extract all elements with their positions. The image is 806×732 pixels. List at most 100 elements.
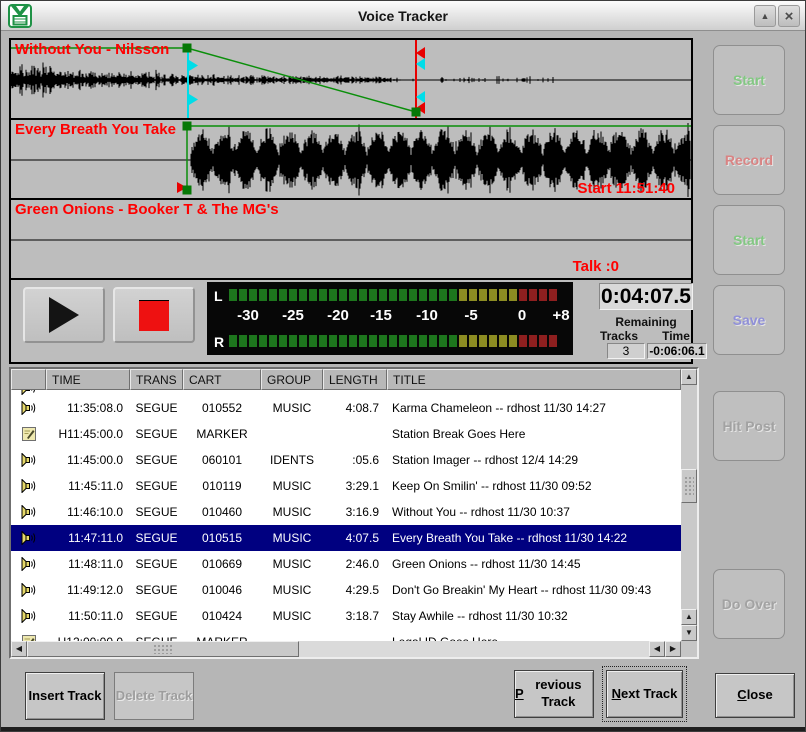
meter-segment [249, 335, 257, 347]
cyan-marker-handle[interactable] [189, 94, 198, 105]
save-button[interactable]: Save [713, 285, 785, 355]
meter-segment [279, 335, 287, 347]
scroll-right-button[interactable]: ▶ [665, 641, 681, 657]
meter-segment [409, 335, 417, 347]
header-group-col[interactable]: GROUP [261, 369, 323, 390]
titlebar[interactable]: Voice Tracker ▲ × [1, 1, 805, 31]
log-row[interactable]: 11:49:12.0SEGUE010046MUSIC4:29.5Don't Go… [11, 577, 681, 603]
cell-group: MUSIC [261, 479, 323, 493]
speaker-icon [21, 505, 36, 519]
track1-waveform-panel[interactable]: Without You - Nilsson [11, 40, 691, 120]
cell-cart: 060101 [183, 453, 261, 467]
meter-segment [369, 289, 377, 301]
vertical-scrollbar[interactable]: ▲ ▲ ▼ [681, 369, 697, 641]
record-button[interactable]: Record [713, 125, 785, 195]
log-row[interactable]: 11:46:10.0SEGUE010460MUSIC3:16.9Without … [11, 499, 681, 525]
log-row[interactable]: 11:47:11.0SEGUE010515MUSIC4:07.5Every Br… [11, 525, 681, 551]
level-handle[interactable] [183, 122, 192, 131]
header-trans-col[interactable]: TRANS [130, 369, 183, 390]
meter-scale-label: -10 [416, 307, 438, 324]
meter-segment [399, 289, 407, 301]
header-time-col[interactable]: TIME [46, 369, 130, 390]
meter-segment [409, 289, 417, 301]
start2-button[interactable]: Start [713, 205, 785, 275]
cell-group: MUSIC [261, 505, 323, 519]
header-length-col[interactable]: LENGTH [323, 369, 387, 390]
meter-segment [269, 335, 277, 347]
meter-segment [319, 289, 327, 301]
fade-handle[interactable] [412, 108, 421, 117]
cell-cart: MARKER [183, 427, 261, 441]
cell-cart: 010460 [183, 505, 261, 519]
log-row[interactable]: 11:50:11.0SEGUE010424MUSIC3:18.7Stay Awh… [11, 603, 681, 629]
header-title-col[interactable]: TITLE [387, 369, 681, 390]
scroll-up-button-bottom[interactable]: ▲ [681, 609, 697, 625]
hit-post-button[interactable]: Hit Post [713, 391, 785, 461]
meter-segment [319, 335, 327, 347]
meter-segment [349, 335, 357, 347]
cell-cart: 010515 [183, 531, 261, 545]
cyan-marker-handle[interactable] [189, 60, 198, 71]
start1-button[interactable]: Start [713, 45, 785, 115]
do-over-button[interactable]: Do Over [713, 569, 785, 639]
cell-trans: SEGUE [130, 531, 183, 545]
cyan-marker-handle[interactable] [416, 58, 425, 70]
cell-title: Green Onions -- rdhost 11/30 14:45 [387, 557, 681, 571]
log-row[interactable]: 11:45:11.0SEGUE010119MUSIC3:29.1Keep On … [11, 473, 681, 499]
shade-icon: ▲ [761, 11, 770, 21]
speaker-icon [21, 583, 36, 597]
header-cart-col[interactable]: CART [183, 369, 261, 390]
insert-track-button[interactable]: Insert Track [25, 672, 105, 720]
meter-segment [459, 335, 467, 347]
meter-scale-label: +8 [552, 307, 569, 324]
level-handle[interactable] [183, 186, 192, 195]
track3-waveform-panel[interactable]: Green Onions - Booker T & The MG's Talk … [11, 200, 691, 280]
meter-segment [479, 289, 487, 301]
delete-track-button[interactable]: Delete Track [114, 672, 194, 720]
cell-time: 11:47:11.0 [46, 531, 130, 545]
voice-tracker-window: Voice Tracker ▲ × Without [0, 0, 806, 732]
meter-segment [509, 335, 517, 347]
log-row[interactable]: 11:35:08.0SEGUE010552MUSIC4:08.7Karma Ch… [11, 395, 681, 421]
scroll-down-button[interactable]: ▼ [681, 625, 697, 641]
log-row[interactable]: H11:45:00.0SEGUEMARKERStation Break Goes… [11, 421, 681, 447]
fade-handle[interactable] [183, 44, 192, 53]
stop-icon [139, 300, 169, 331]
scroll-left-button[interactable]: ◀ [11, 641, 27, 657]
log-row[interactable]: 11:48:11.0SEGUE010669MUSIC2:46.0Green On… [11, 551, 681, 577]
vertical-scroll-thumb[interactable] [681, 469, 697, 503]
horizontal-scroll-thumb[interactable] [27, 641, 299, 657]
meter-scale-label: -20 [327, 307, 349, 324]
meter-segment [249, 289, 257, 301]
track2-waveform-panel[interactable]: Every Breath You Take Start 11:51:40 [11, 120, 691, 200]
cell-group: MUSIC [261, 609, 323, 623]
red-marker-handle[interactable] [416, 47, 425, 59]
play-button[interactable] [23, 287, 105, 343]
horizontal-scrollbar[interactable]: ◀ ◀ ▶ [11, 641, 681, 657]
cell-group: MUSIC [261, 531, 323, 545]
remaining-tracks-label: Tracks [591, 329, 647, 343]
scroll-up-button[interactable]: ▲ [681, 369, 697, 385]
previous-track-button[interactable]: Previous Track [514, 670, 594, 718]
speaker-icon [21, 609, 36, 623]
header-icon-col[interactable] [11, 369, 46, 390]
speaker-icon [21, 557, 36, 571]
close-window-button[interactable]: Close [715, 673, 795, 718]
log-row[interactable]: H12:00:00.0SEGUEMARKERLegal ID Goes Here [11, 629, 681, 641]
cell-title: Without You -- rdhost 11/30 10:37 [387, 505, 681, 519]
close-button[interactable]: × [778, 5, 800, 27]
stop-button[interactable] [113, 287, 195, 343]
track3-title: Green Onions - Booker T & The MG's [15, 201, 279, 218]
shade-button[interactable]: ▲ [754, 5, 776, 27]
cell-trans: SEGUE [130, 453, 183, 467]
cell-trans: SEGUE [130, 479, 183, 493]
close-icon: × [785, 8, 794, 25]
log-row[interactable]: 11:45:00.0SEGUE060101IDENTS:05.6Station … [11, 447, 681, 473]
track2-title: Every Breath You Take [15, 121, 176, 138]
meter-segment [259, 335, 267, 347]
cell-trans: SEGUE [130, 609, 183, 623]
cyan-marker-handle[interactable] [416, 91, 425, 103]
scroll-left-button-right[interactable]: ◀ [649, 641, 665, 657]
next-track-button[interactable]: Next Track [606, 670, 683, 718]
cell-time: 11:45:00.0 [46, 453, 130, 467]
